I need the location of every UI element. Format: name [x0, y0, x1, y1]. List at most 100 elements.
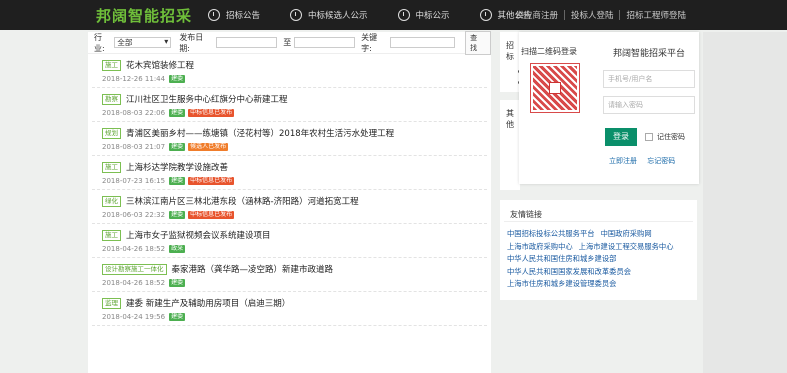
publish-date: 2018-12-26 11:44 [102, 75, 166, 83]
username-input[interactable]: 手机号/用户名 [603, 70, 695, 88]
keyword-input[interactable] [390, 37, 456, 48]
account-links: 供应商注册 投标人登陆 招标工程师登陆 [509, 0, 692, 30]
friend-link-row: 上海市住房和城乡建设管理委员会 [507, 278, 697, 291]
status-badge: 建委 [169, 75, 186, 83]
password-input[interactable]: 请输入密码 [603, 96, 695, 114]
friend-link[interactable]: 上海市建设工程交易服务中心 [579, 242, 674, 251]
announcement-title[interactable]: 秦家港路（龚华路—凌空路）新建市政道路 [172, 263, 334, 275]
announcement-title[interactable]: 三林滨江南片区三林北港东段（涵林路-济阳路）河道拓宽工程 [126, 195, 359, 207]
nav-label: 中标候选人公示 [308, 11, 368, 21]
date-to-label: 至 [283, 38, 292, 47]
industry-label: 行业: [94, 32, 105, 53]
category-tag: 勘察 [102, 93, 121, 105]
publish-date: 2018-07-23 16:15 [102, 177, 166, 185]
friend-link[interactable]: 中国招标投标公共服务平台 [507, 229, 595, 238]
status-badge: 建委 [169, 177, 186, 185]
announcement-title[interactable]: 花木宾馆装修工程 [126, 59, 194, 71]
announcement-title[interactable]: 青浦区美丽乡村——练塘镇（泾花村等）2018年农村生活污水处理工程 [126, 127, 394, 139]
category-tag: 施工 [102, 161, 121, 173]
announcement-panel: 行业: 全部 发布日期: 至 关键字: 查 找 施工 花木宾馆装修工程 2018… [88, 30, 491, 373]
list-item[interactable]: 规划 青浦区美丽乡村——练塘镇（泾花村等）2018年农村生活污水处理工程 201… [92, 122, 487, 156]
gauge-icon [479, 9, 492, 21]
publish-date: 2018-08-03 21:07 [102, 143, 166, 151]
list-item[interactable]: 施工 上海市女子监狱视频会议系统建设项目 2018-04-26 18:52 政采 [92, 224, 487, 258]
status-badge: 建委 [169, 313, 186, 321]
page-background [703, 32, 787, 373]
status-badge: 建委 [169, 109, 186, 117]
side-box-heading: 其他 [506, 109, 514, 129]
list-item[interactable]: 设计勘察施工一体化 秦家港路（龚华路—凌空路）新建市政道路 2018-04-26… [92, 258, 487, 292]
remember-password[interactable]: 记住密码 [645, 132, 685, 142]
category-tag: 监理 [102, 297, 121, 309]
status-badge: 建委 [169, 143, 186, 151]
engineer-login-link[interactable]: 招标工程师登陆 [620, 9, 692, 21]
list-item[interactable]: 绿化 三林滨江南片区三林北港东段（涵林路-济阳路）河道拓宽工程 2018-06-… [92, 190, 487, 224]
friend-link-row: 中华人民共和国住房和城乡建设部 [507, 253, 697, 266]
status-badge: 建委 [169, 211, 186, 219]
announcement-title[interactable]: 建委 新建生产及辅助用房项目（启迪三期） [126, 297, 290, 309]
friend-link[interactable]: 中国政府采购网 [601, 229, 652, 238]
friend-link[interactable]: 中华人民共和国国家发展和改革委员会 [507, 267, 631, 276]
list-item[interactable]: 勘察 江川社区卫生服务中心红旗分中心新建工程 2018-08-03 22:06 … [92, 88, 487, 122]
friend-link-row: 中华人民共和国国家发展和改革委员会 [507, 266, 697, 279]
friend-link[interactable]: 上海市政府采购中心 [507, 242, 573, 251]
qr-login-title: 扫描二维码登录 [521, 47, 577, 56]
register-link[interactable]: 立即注册 [609, 157, 637, 165]
friend-link[interactable]: 中华人民共和国住房和城乡建设部 [507, 254, 616, 263]
bidder-login-link[interactable]: 投标人登陆 [565, 9, 620, 21]
date-end-input[interactable] [294, 37, 356, 48]
friend-links: 中国招标投标公共服务平台 中国政府采购网上海市政府采购中心 上海市建设工程交易服务中… [500, 222, 697, 291]
forgot-password-link[interactable]: 忘记密码 [647, 157, 675, 165]
announcement-list: 施工 花木宾馆装修工程 2018-12-26 11:44 建委 勘察 江川社区卫… [88, 54, 491, 326]
friend-link-row: 上海市政府采购中心 上海市建设工程交易服务中心 [507, 241, 697, 254]
status-badge: 中标信息已发布 [188, 177, 235, 185]
login-links: 立即注册 忘记密码 [609, 156, 683, 166]
eye-icon [397, 9, 410, 21]
login-title: 邦阔智能招采平台 [613, 49, 686, 59]
nav-winning-notice[interactable]: 中标公示 [397, 9, 450, 21]
filter-bar: 行业: 全部 发布日期: 至 关键字: 查 找 [88, 30, 491, 55]
industry-select[interactable]: 全部 [114, 37, 172, 48]
qr-logo-icon [549, 82, 561, 94]
side-box-other: 其他 [500, 100, 520, 190]
category-tag: 设计勘察施工一体化 [102, 263, 167, 275]
category-tag: 规划 [102, 127, 121, 139]
category-tag: 施工 [102, 59, 121, 71]
login-panel: 扫描二维码登录 邦阔智能招采平台 手机号/用户名 请输入密码 登录 记住密码 立… [519, 32, 699, 184]
status-badge: 建委 [169, 279, 186, 287]
announcement-title[interactable]: 江川社区卫生服务中心红旗分中心新建工程 [126, 93, 288, 105]
date-label: 发布日期: [179, 32, 204, 53]
top-bar: 邦阔智能招采 招标公告 中标候选人公示 中标公示 其他公告 供应商注册 投标人登… [0, 0, 787, 30]
status-badge: 中标信息已发布 [188, 109, 235, 117]
list-item[interactable]: 监理 建委 新建生产及辅助用房项目（启迪三期） 2018-04-24 19:56… [92, 292, 487, 326]
nav-candidate-notice[interactable]: 中标候选人公示 [290, 9, 368, 21]
side-box-bids: 招标 [500, 32, 521, 92]
status-badge: 政采 [169, 245, 186, 253]
status-badge: 候选人已发布 [188, 143, 229, 151]
supplier-register-link[interactable]: 供应商注册 [509, 9, 564, 21]
list-item[interactable]: 施工 花木宾馆装修工程 2018-12-26 11:44 建委 [92, 54, 487, 88]
date-start-input[interactable] [216, 37, 278, 48]
friend-link[interactable]: 上海市住房和城乡建设管理委员会 [507, 279, 616, 288]
publish-date: 2018-08-03 22:06 [102, 109, 166, 117]
publish-date: 2018-04-26 18:52 [102, 279, 166, 287]
clock-icon [290, 9, 303, 21]
friend-links-box: 友情链接 中国招标投标公共服务平台 中国政府采购网上海市政府采购中心 上海市建设工程… [500, 200, 697, 300]
login-button[interactable]: 登录 [605, 128, 637, 146]
friend-links-heading: 友情链接 [504, 200, 693, 222]
publish-date: 2018-04-26 18:52 [102, 245, 166, 253]
list-item[interactable]: 施工 上海杉达学院教学设施改善 2018-07-23 16:15 建委 中标信息已… [92, 156, 487, 190]
search-button[interactable]: 查 找 [465, 30, 491, 55]
publish-date: 2018-04-24 19:56 [102, 313, 166, 321]
keyword-label: 关键字: [361, 32, 378, 53]
nav-bid-announcement[interactable]: 招标公告 [208, 9, 260, 21]
remember-checkbox[interactable] [645, 133, 653, 141]
nav-label: 中标公示 [415, 11, 450, 21]
announcement-title[interactable]: 上海杉达学院教学设施改善 [126, 161, 228, 173]
side-box-heading: 招标 [506, 41, 514, 61]
remember-label: 记住密码 [657, 133, 685, 141]
publish-date: 2018-06-03 22:32 [102, 211, 166, 219]
announcement-title[interactable]: 上海市女子监狱视频会议系统建设项目 [126, 229, 271, 241]
site-logo[interactable]: 邦阔智能招采 [96, 5, 196, 26]
category-tag: 绿化 [102, 195, 121, 207]
